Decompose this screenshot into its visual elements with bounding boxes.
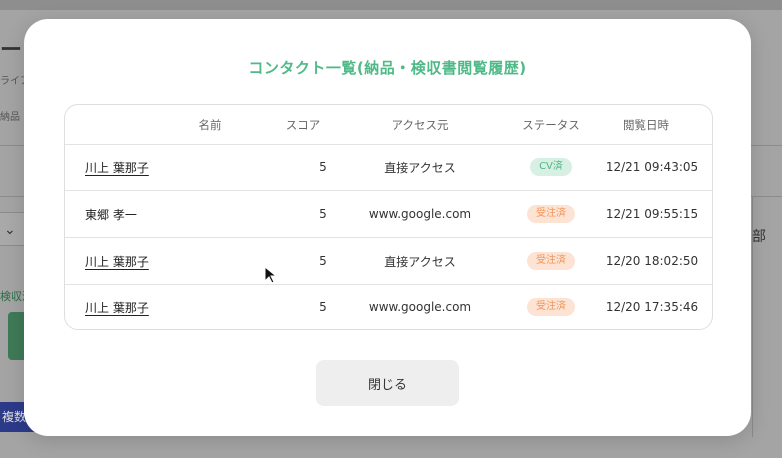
modal-title: コンタクト一覧(納品・検収書閲覧履歴) — [248, 59, 527, 77]
column-header-score: スコア — [285, 117, 321, 132]
background-right-text: 部 — [752, 229, 766, 245]
contact-table: 名前 スコア アクセス元 ステータス 閲覧日時 川上 葉那子 5 直接アクセス … — [64, 104, 713, 330]
background-topbar — [0, 0, 782, 10]
column-header-status: ステータス — [522, 117, 580, 132]
status-badge: CV済 — [530, 158, 572, 176]
background-label: 納品 — [0, 112, 20, 123]
column-header-date: 閲覧日時 — [623, 117, 669, 132]
name-cell: 川上 葉那子 — [85, 144, 275, 190]
table-row: 川上 葉那子 5 直接アクセス 受注済 12/20 18:02:50 — [65, 238, 712, 285]
contact-name-link[interactable]: 川上 葉那子 — [85, 299, 149, 316]
contact-name: 東郷 孝一 — [85, 207, 137, 222]
source-cell: 直接アクセス — [384, 254, 456, 269]
status-cell: CV済 — [505, 144, 597, 190]
column-header-name: 名前 — [198, 117, 222, 132]
date-cell: 12/21 09:55:15 — [605, 207, 699, 221]
contact-name-link[interactable]: 川上 葉那子 — [85, 253, 149, 270]
status-badge: 受注済 — [527, 205, 575, 223]
status-badge: 受注済 — [527, 252, 575, 270]
close-button[interactable]: 閉じる — [316, 360, 459, 406]
mouse-cursor-icon — [264, 266, 278, 284]
date-cell: 12/20 17:35:46 — [605, 300, 699, 314]
table-row: 東郷 孝一 5 www.google.com 受注済 12/21 09:55:1… — [65, 191, 712, 238]
name-cell: 東郷 孝一 — [85, 191, 275, 237]
date-cell: 12/20 18:02:50 — [605, 254, 699, 268]
source-cell: 直接アクセス — [384, 160, 456, 175]
source-cell: www.google.com — [368, 300, 472, 314]
date-cell: 12/21 09:43:05 — [605, 160, 699, 174]
table-row: 川上 葉那子 5 直接アクセス CV済 12/21 09:43:05 — [65, 144, 712, 191]
column-header-source: アクセス元 — [391, 117, 449, 132]
name-cell: 川上 葉那子 — [85, 284, 275, 329]
table-row: 川上 葉那子 5 www.google.com 受注済 12/20 17:35:… — [65, 284, 712, 329]
table-header-row: 名前 スコア アクセス元 ステータス 閲覧日時 — [65, 105, 712, 145]
status-cell: 受注済 — [505, 284, 597, 329]
status-badge: 受注済 — [527, 298, 575, 316]
contact-list-modal: コンタクト一覧(納品・検収書閲覧履歴) 名前 スコア アクセス元 ステータス 閲… — [24, 19, 751, 436]
source-cell: www.google.com — [368, 207, 472, 221]
name-cell: 川上 葉那子 — [85, 238, 275, 284]
status-cell: 受注済 — [505, 191, 597, 237]
status-cell: 受注済 — [505, 238, 597, 284]
contact-name-link[interactable]: 川上 葉那子 — [85, 159, 149, 176]
